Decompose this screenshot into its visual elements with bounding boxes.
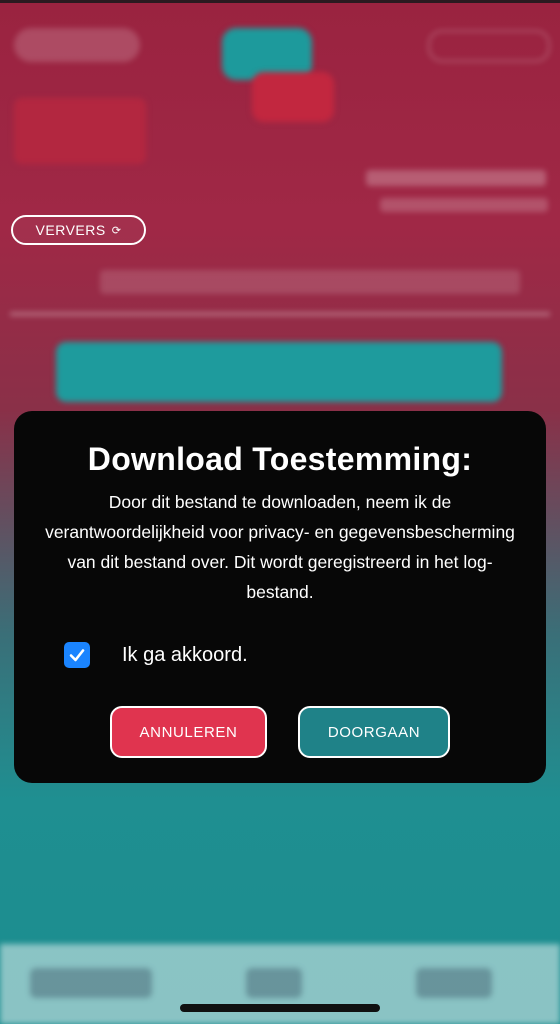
blurred-primary-button	[56, 342, 502, 402]
refresh-label: VERVERS	[35, 222, 106, 238]
home-indicator	[180, 1004, 380, 1012]
refresh-button[interactable]: VERVERS ⟳	[11, 215, 146, 245]
dialog-title: Download Toestemming:	[87, 441, 473, 477]
agree-checkbox[interactable]	[64, 642, 90, 668]
status-bar	[0, 0, 560, 3]
checkmark-icon	[69, 649, 85, 662]
blurred-bottom-nav-item	[246, 968, 302, 998]
refresh-icon: ⟳	[111, 224, 122, 237]
blurred-bottom-nav-item	[416, 968, 492, 998]
blurred-timestamp-text	[380, 198, 548, 212]
blurred-logo-bubble-red	[252, 72, 334, 122]
blurred-top-right-control	[428, 30, 550, 62]
blurred-tab-underline	[10, 312, 550, 316]
cancel-button[interactable]: ANNULEREN	[110, 706, 267, 758]
blurred-action-card	[14, 98, 146, 164]
blurred-menu-toggle	[14, 28, 140, 62]
dialog-body: Door dit bestand te downloaden, neem ik …	[45, 492, 515, 602]
download-consent-dialog: Download Toestemming: Door dit bestand t…	[14, 411, 546, 783]
blurred-tabs	[100, 270, 520, 294]
agree-label: Ik ga akkoord.	[122, 643, 248, 666]
agree-row: Ik ga akkoord.	[64, 639, 248, 671]
continue-button[interactable]: DOORGAAN	[298, 706, 450, 758]
blurred-bottom-nav-item	[30, 968, 152, 998]
blurred-status-text	[366, 170, 546, 186]
